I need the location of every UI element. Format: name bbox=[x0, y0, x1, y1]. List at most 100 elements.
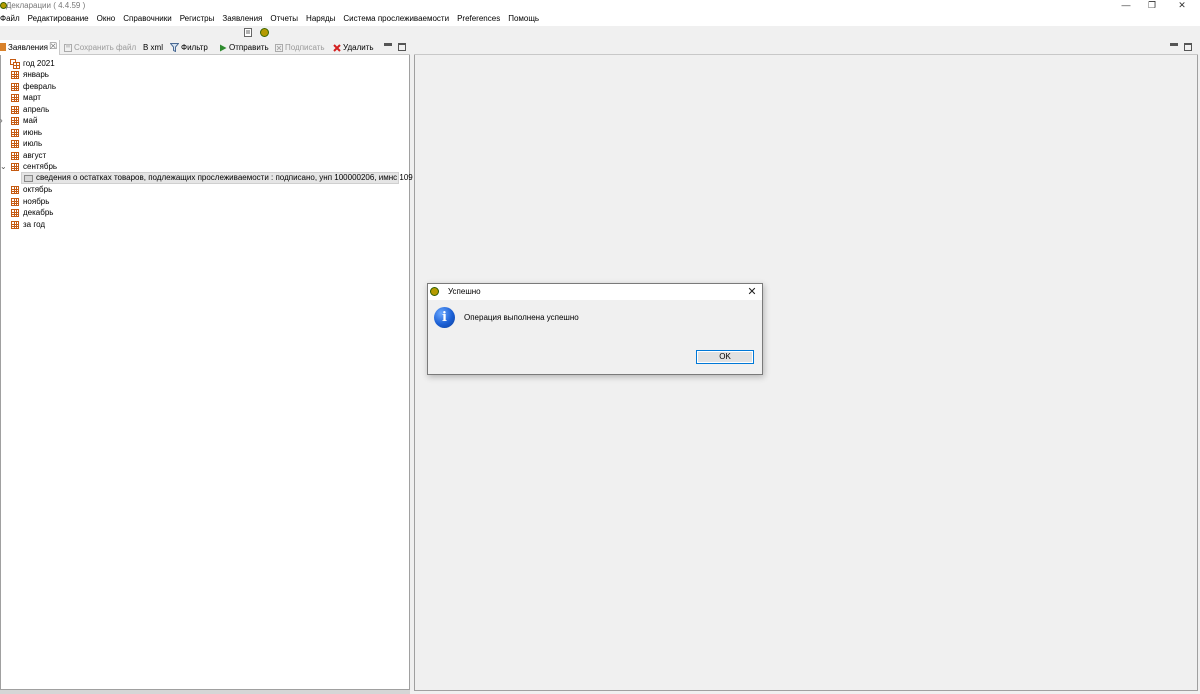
tree-node-month-label: ноябрь bbox=[23, 197, 50, 206]
tree-node-month-label: октябрь bbox=[23, 185, 53, 194]
to-xml-button[interactable]: В xml bbox=[143, 42, 163, 53]
window-title-bar bbox=[0, 0, 1200, 12]
tree-node-month[interactable]: декабрь bbox=[0, 207, 400, 218]
sign-button[interactable]: Подписать bbox=[275, 42, 325, 53]
play-icon bbox=[220, 44, 227, 52]
calendar-icon bbox=[11, 221, 19, 229]
delete-label: Удалить bbox=[343, 43, 374, 52]
menu-edit[interactable]: Редактирование bbox=[24, 12, 93, 26]
tree-node-month-label: апрель bbox=[23, 105, 50, 114]
menu-window[interactable]: Окно bbox=[93, 12, 120, 26]
minimize-window-button[interactable]: — bbox=[1115, 0, 1137, 12]
menu-registers[interactable]: Регистры bbox=[176, 12, 219, 26]
tree-node-month[interactable]: апрель bbox=[0, 104, 400, 115]
tree-node-month-label: май bbox=[23, 116, 38, 125]
tree-node-month[interactable]: август bbox=[0, 150, 400, 161]
menu-help[interactable]: Помощь bbox=[504, 12, 543, 26]
tree-node-month[interactable]: март bbox=[0, 92, 400, 103]
sign-icon bbox=[275, 43, 283, 52]
tree-node-month-label: июль bbox=[23, 139, 43, 148]
dialog-app-icon bbox=[430, 287, 439, 296]
calendar-icon bbox=[11, 163, 19, 171]
tree-node-month[interactable]: ⌄ сентябрь bbox=[0, 161, 400, 172]
tree-node-document-label: сведения о остатках товаров, подлежащих … bbox=[36, 173, 413, 182]
applications-tree: год 2021 январь февраль март апрель › май… bbox=[0, 57, 408, 687]
left-panel-minimize-icon[interactable] bbox=[384, 43, 392, 46]
left-panel-bottom-edge bbox=[0, 690, 410, 694]
calendar-icon bbox=[11, 71, 19, 79]
left-panel-maximize-icon[interactable] bbox=[398, 43, 406, 51]
window-title: Декларации ( 4.4.59 ) bbox=[6, 1, 86, 10]
dialog-title: Успешно bbox=[448, 287, 481, 296]
tree-node-month[interactable]: январь bbox=[0, 69, 400, 80]
tree-node-month[interactable]: июнь bbox=[0, 127, 400, 138]
calendar-icon bbox=[11, 152, 19, 160]
tree-node-month[interactable]: июль bbox=[0, 138, 400, 149]
restore-window-button[interactable]: ❐ bbox=[1141, 0, 1163, 12]
document-icon bbox=[24, 175, 33, 182]
main-toolbar bbox=[0, 26, 1200, 39]
collapse-chevron-icon[interactable]: ⌄ bbox=[0, 161, 7, 172]
calendar-icon bbox=[11, 83, 19, 91]
calendar-icon bbox=[11, 198, 19, 206]
calendar-icon bbox=[11, 186, 19, 194]
tree-node-year[interactable]: год 2021 bbox=[0, 58, 400, 69]
tree-node-document[interactable]: сведения о остатках товаров, подлежащих … bbox=[21, 172, 413, 184]
dialog-message: Операция выполнена успешно bbox=[464, 313, 579, 322]
menu-preferences[interactable]: Preferences bbox=[453, 12, 504, 26]
tree-node-year-total[interactable]: за год bbox=[0, 219, 400, 230]
tree-node-month[interactable]: › май bbox=[0, 115, 400, 126]
sign-label: Подписать bbox=[285, 43, 325, 52]
editor-minimize-icon[interactable] bbox=[1170, 43, 1178, 46]
menu-reports[interactable]: Отчеты bbox=[266, 12, 302, 26]
calendar-icon bbox=[11, 106, 19, 114]
menu-directories[interactable]: Справочники bbox=[119, 12, 175, 26]
delete-icon bbox=[333, 44, 341, 52]
calendar-icon bbox=[11, 94, 19, 102]
tab-applications-label: Заявления bbox=[8, 43, 49, 52]
save-icon bbox=[64, 43, 72, 52]
document-icon[interactable] bbox=[244, 28, 252, 37]
menu-orders[interactable]: Наряды bbox=[302, 12, 339, 26]
close-window-button[interactable]: ✕ bbox=[1171, 0, 1193, 12]
year-folder-icon bbox=[10, 59, 20, 69]
tree-node-month[interactable]: февраль bbox=[0, 81, 400, 92]
tab-applications[interactable]: Заявления ☒ bbox=[0, 40, 60, 55]
dialog-close-icon[interactable]: ✕ bbox=[745, 285, 759, 299]
tree-node-month-label: январь bbox=[23, 70, 49, 79]
send-label: Отправить bbox=[229, 43, 269, 52]
calendar-icon bbox=[11, 140, 19, 148]
editor-area-tabbar bbox=[414, 40, 1198, 55]
filter-button[interactable]: Фильтр bbox=[170, 42, 208, 53]
calendar-icon bbox=[11, 117, 19, 125]
menu-file[interactable]: Файл bbox=[0, 12, 24, 26]
tree-node-month[interactable]: октябрь bbox=[0, 184, 400, 195]
calendar-icon bbox=[11, 209, 19, 217]
tree-node-month-label: август bbox=[23, 151, 47, 160]
expand-chevron-icon[interactable]: › bbox=[0, 115, 3, 126]
send-button[interactable]: Отправить bbox=[219, 42, 269, 53]
filter-label: Фильтр bbox=[181, 43, 208, 52]
tree-node-month[interactable]: ноябрь bbox=[0, 196, 400, 207]
tree-node-month-label: декабрь bbox=[23, 208, 54, 217]
tree-node-month-label: июнь bbox=[23, 128, 43, 137]
menu-bar: Файл Редактирование Окно Справочники Регистр… bbox=[0, 12, 1200, 26]
menu-traceability[interactable]: Система прослеживаемости bbox=[339, 12, 453, 26]
panel-tab-icon bbox=[0, 43, 6, 51]
tree-node-month-label: март bbox=[23, 93, 41, 102]
filter-icon bbox=[170, 43, 179, 53]
save-file-button[interactable]: Сохранить файл bbox=[64, 42, 136, 53]
save-file-label: Сохранить файл bbox=[74, 43, 137, 52]
ok-button[interactable]: OK bbox=[696, 350, 754, 364]
delete-button[interactable]: Удалить bbox=[333, 42, 374, 53]
tab-close-icon[interactable]: ☒ bbox=[49, 41, 57, 52]
tree-node-year-total-label: за год bbox=[23, 220, 46, 229]
applications-tree-after: октябрь ноябрь декабрь за год bbox=[0, 184, 408, 234]
info-icon: i bbox=[434, 307, 455, 328]
tree-node-month-label: сентябрь bbox=[23, 162, 58, 171]
app-status-icon[interactable] bbox=[260, 28, 269, 37]
tree-node-month-label: февраль bbox=[23, 82, 57, 91]
editor-maximize-icon[interactable] bbox=[1184, 43, 1192, 51]
calendar-icon bbox=[11, 129, 19, 137]
menu-applications[interactable]: Заявления bbox=[218, 12, 266, 26]
